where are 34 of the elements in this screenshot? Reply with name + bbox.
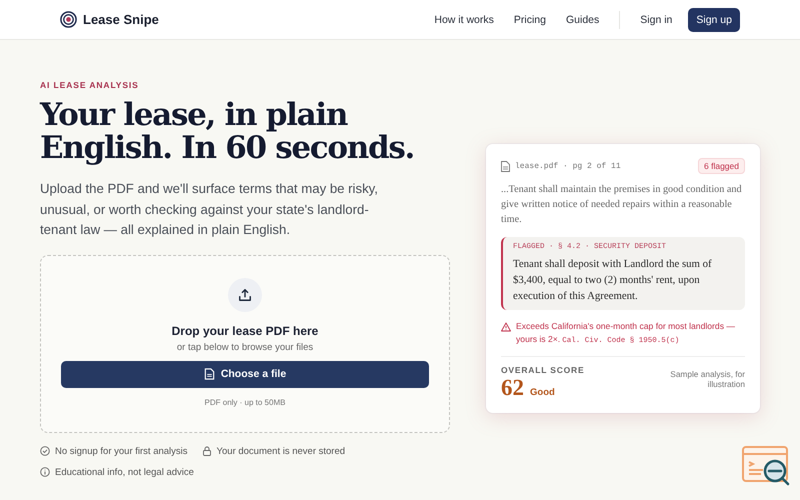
nav-link[interactable]: Pricing — [514, 14, 546, 26]
lease-excerpt: ...Tenant shall maintain the premises in good condition and give written notice of needed repairs within a reasonable time. — [501, 183, 743, 227]
warning-icon — [501, 322, 511, 332]
lock-icon — [202, 446, 212, 456]
dropzone-hint: or tap below to browse your files — [176, 342, 314, 352]
file-icon — [204, 368, 215, 380]
sign-in-link[interactable]: Sign in — [640, 14, 672, 26]
trust-note: No signup for your first analysis — [55, 446, 188, 456]
score-label: OVERALL SCORE — [501, 365, 584, 375]
headline: Your lease, in plain — [40, 99, 348, 132]
sample-note: Sample analysis, for illustration — [669, 369, 745, 391]
dropzone-title: Drop your lease PDF here — [172, 324, 318, 338]
score-rating: Good — [530, 387, 555, 398]
upload-dropzone[interactable]: Drop your lease PDF here or tap below to browse your files Choose a file PDF only · up to 50MB — [40, 254, 450, 432]
target-logo-icon — [60, 11, 77, 28]
nav-link[interactable]: Guides — [566, 14, 600, 26]
lead-paragraph: Upload the PDF and we'll surface terms that may be risky, unusual, or worth checking against your state's landlord-tenant law — all explained in plain English. — [40, 180, 379, 239]
sign-up-button[interactable]: Sign up — [688, 8, 740, 32]
info-icon — [40, 467, 50, 477]
brand-name[interactable]: Lease Snipe — [83, 12, 159, 27]
headline: English. In 60 seconds. — [40, 132, 414, 165]
trust-note: Educational info, not legal advice — [55, 466, 194, 478]
nav-link[interactable]: How it works — [434, 14, 494, 26]
clause-text: Tenant shall deposit with Landlord the sum of $3,400, equal to two (2) months' rent, upon execution of this Agreement. — [513, 257, 713, 304]
flag-count-badge: 6 flagged — [698, 158, 745, 174]
upload-icon — [228, 278, 262, 312]
eyebrow-label: AI LEASE ANALYSIS — [40, 80, 140, 90]
file-limit-note: PDF only · up to 50MB — [204, 398, 286, 406]
choose-file-button[interactable]: Choose a file — [61, 360, 429, 388]
browser-search-icon[interactable] — [742, 446, 790, 488]
score-value: 62 — [501, 375, 524, 401]
trust-note: Your document is never stored — [216, 446, 346, 456]
file-name: lease.pdf · pg 2 of 11 — [515, 162, 621, 170]
document-icon — [501, 160, 510, 172]
